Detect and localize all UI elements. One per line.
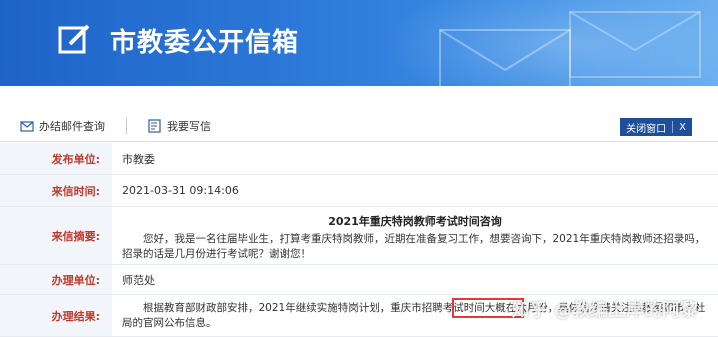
close-icon: X [679,121,686,133]
table-row-handler: 办理单位: 师范处 [0,265,718,295]
table-row-publisher: 发布单位: 市教委 [0,143,718,175]
summary-label: 来信摘要: [0,207,112,264]
page-title: 市教委公开信箱 [110,28,300,58]
summary-cell: 2021年重庆特岗教师考试时间咨询 您好，我是一名往届毕业生，打算考重庆特岗教师… [112,207,718,264]
letter-subject: 2021年重庆特岗教师考试时间咨询 [328,215,502,228]
toolbar-divider [126,118,127,134]
close-window-button[interactable]: 关闭窗口 X [620,118,692,136]
publisher-value: 市教委 [122,152,155,166]
handler-label: 办理单位: [0,265,112,294]
write-letter-button[interactable]: 我要写信 [148,118,211,134]
write-icon [148,119,161,133]
publisher-label: 发布单位: [0,143,112,174]
handler-value: 师范处 [122,273,155,287]
table-row-summary: 来信摘要: 2021年重庆特岗教师考试时间咨询 您好，我是一名往届毕业生，打算考… [0,207,718,265]
query-mail-button[interactable]: 办结邮件查询 [20,118,105,134]
mail-icon [20,121,34,132]
watermark: 知乎 @教编上岸的阿黎 [511,300,698,321]
close-window-label: 关闭窗口 [626,123,667,135]
query-mail-label: 办结邮件查询 [39,120,105,133]
table-row-time: 来信时间: 2021-03-31 09:14:06 [0,175,718,207]
result-label: 办理结果: [0,295,112,336]
close-separator [672,121,674,133]
envelope-decoration-icon [439,29,571,86]
header-banner: 市教委公开信箱 [0,0,718,86]
time-value: 2021-03-31 09:14:06 [122,184,239,197]
write-letter-label: 我要写信 [167,120,211,133]
envelope-decoration-icon-2 [569,11,701,78]
letter-summary: 您好，我是一名往届毕业生，打算考重庆特岗教师，近期在准备复习工作，想要咨询下，2… [122,233,706,260]
toolbar: 办结邮件查询 我要写信 关闭窗口 X [0,110,718,142]
time-label: 来信时间: [0,175,112,206]
edit-logo-icon [58,24,90,54]
